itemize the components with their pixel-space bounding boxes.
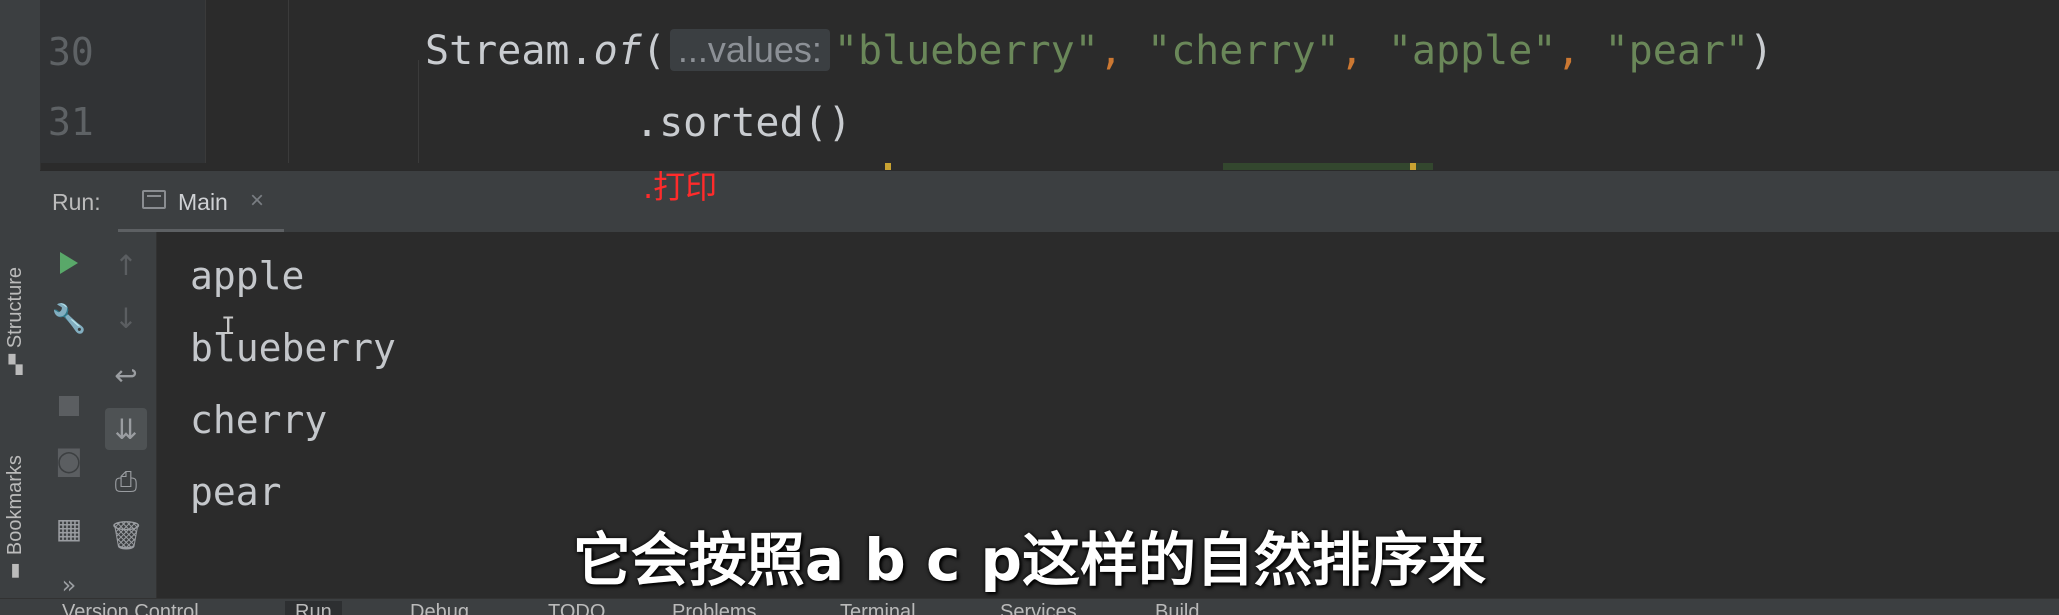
indent-guide: [418, 60, 419, 163]
bottom-tool-bar: Version Control Run Debug TODO Problems …: [0, 598, 2059, 615]
structure-tab[interactable]: ▚ Structure: [4, 267, 27, 375]
down-arrow-icon[interactable]: ↓: [105, 297, 147, 339]
tab-run[interactable]: Run: [285, 601, 342, 615]
string-literal: "cherry": [1147, 28, 1340, 74]
tab-debug[interactable]: Debug: [410, 601, 469, 615]
tab-services[interactable]: Services: [1000, 601, 1077, 615]
run-tool-window-header: Run: Main ×: [40, 170, 2059, 233]
tab-main-label: Main: [178, 189, 228, 215]
text-cursor: I: [221, 312, 236, 340]
run-label: Run:: [52, 189, 101, 215]
tab-build[interactable]: Build: [1155, 601, 1199, 615]
tab-terminal[interactable]: Terminal: [840, 601, 916, 615]
wrench-icon[interactable]: 🔧: [48, 297, 90, 339]
up-arrow-icon[interactable]: ↑: [105, 244, 147, 286]
camera-icon[interactable]: ◙: [48, 439, 90, 481]
close-icon[interactable]: ×: [250, 187, 264, 215]
parameter-hint: ...values:: [669, 29, 830, 71]
line-number: 30: [48, 30, 94, 74]
string-literal: "pear": [1604, 28, 1750, 74]
tab-main[interactable]: Main ×: [118, 171, 284, 233]
output-line: apple: [190, 254, 305, 298]
run-icon[interactable]: [48, 242, 90, 284]
string-literal: "blueberry": [833, 28, 1099, 74]
soft-wrap-icon[interactable]: ↩: [105, 354, 147, 396]
console-icon: [142, 190, 166, 209]
method-of: of: [593, 28, 642, 74]
code-editor[interactable]: 30 31 Stream.of(...values: "blueberry", "…: [40, 0, 2059, 170]
scroll-to-end-icon[interactable]: ⇊: [105, 408, 147, 450]
output-line: pear: [190, 470, 282, 514]
code-line-30: Stream.of(...values: "blueberry", "cherry…: [425, 28, 1774, 74]
line-number: 31: [48, 100, 94, 144]
indent-guide: [288, 0, 289, 163]
code-line-31: .sorted(): [635, 100, 852, 146]
print-icon[interactable]: ⎙: [105, 461, 147, 503]
structure-tab-label: Structure: [4, 267, 26, 349]
string-literal: "apple": [1387, 28, 1557, 74]
tab-todo[interactable]: TODO: [548, 601, 605, 615]
tab-problems[interactable]: Problems: [672, 601, 756, 615]
highlight-marker: [1410, 163, 1416, 170]
tab-version-control[interactable]: Version Control: [62, 601, 199, 615]
highlight-marker: [885, 163, 891, 170]
stop-icon[interactable]: [48, 385, 90, 427]
structure-icon: ▚: [8, 354, 23, 375]
video-subtitle: 它会按照a b c p这样的自然排序来: [572, 526, 1487, 594]
code-annotation: .打印: [643, 168, 718, 206]
highlight-marker: [1223, 163, 1433, 170]
line-number-gutter: 30 31: [40, 0, 206, 163]
output-line: cherry: [190, 398, 328, 442]
